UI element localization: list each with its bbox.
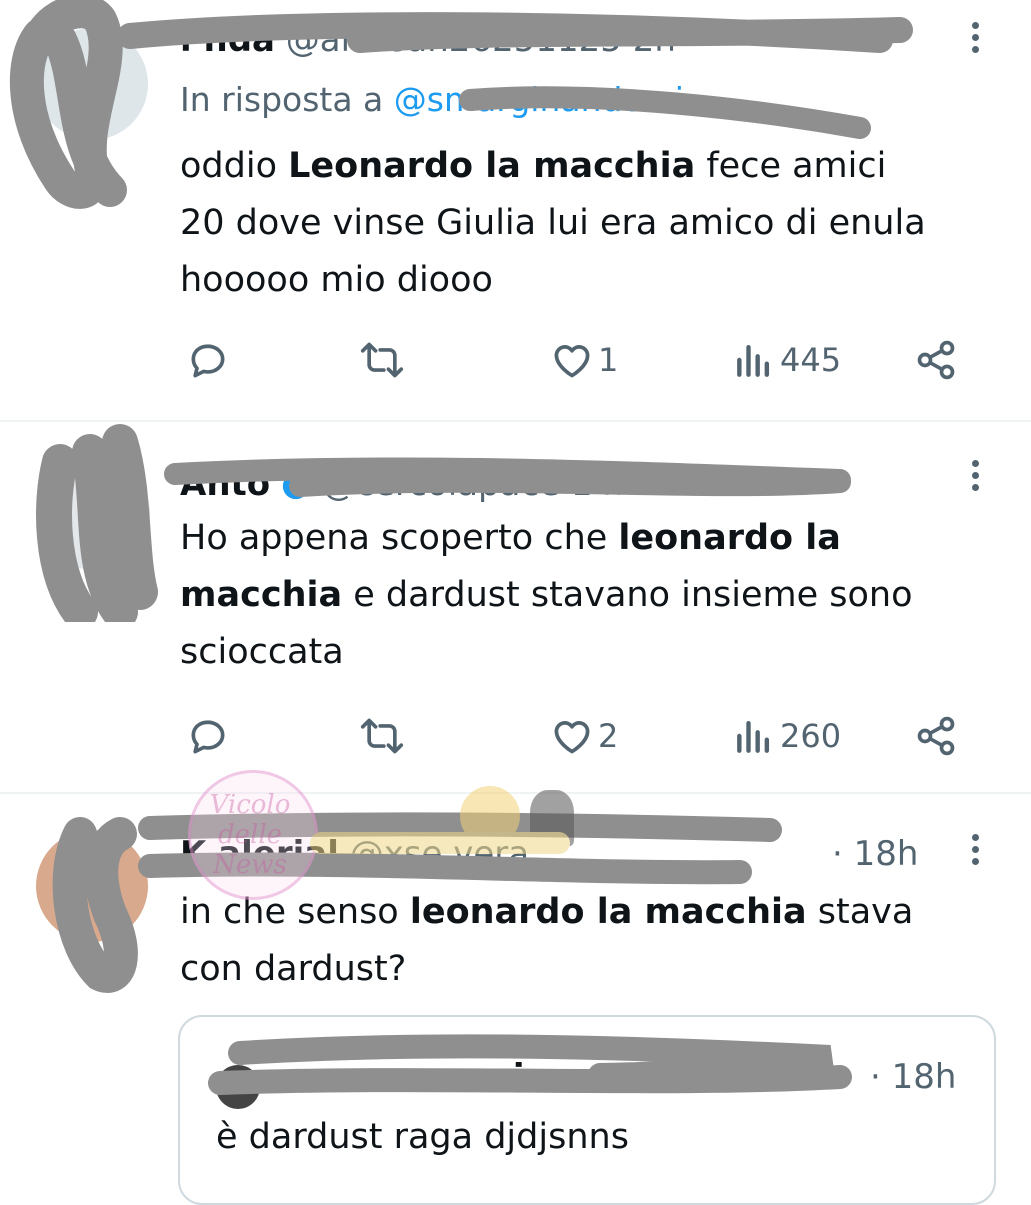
retweet-icon (360, 342, 404, 378)
like-count: 2 (598, 717, 619, 755)
retweet-button[interactable] (360, 338, 404, 382)
tweet-text: in che senso leonardo la macchia stava c… (180, 884, 1010, 998)
like-count: 1 (598, 341, 619, 379)
avatar[interactable] (36, 28, 148, 140)
more-options-icon[interactable] (969, 834, 983, 870)
tweet-text: Ho appena scoperto che leonardo la macch… (180, 510, 1010, 681)
tweet-actions: 2 260 (180, 714, 980, 764)
tweet-time[interactable]: · 18h (832, 834, 918, 874)
text-part: oddio (180, 146, 289, 186)
avatar[interactable] (36, 830, 148, 942)
views-button[interactable]: 260 (732, 714, 841, 758)
user-handle[interactable]: @xse vera... (350, 834, 562, 874)
heart-icon (554, 345, 590, 378)
tweet-time[interactable]: 14h (571, 464, 636, 504)
share-icon (917, 716, 955, 756)
reply-icon (191, 344, 225, 378)
tweet-header: l nda @alessan26251125 2h (180, 20, 676, 60)
highlighted-text: leonardo la macchia (409, 892, 807, 932)
quote-avatar[interactable] (216, 1065, 260, 1109)
heart-icon (554, 721, 590, 754)
reply-button[interactable] (186, 714, 230, 758)
view-count: 445 (780, 341, 842, 379)
text-part: Ho appena scoperto che (180, 518, 619, 558)
tweet-header: K alerial @xse vera... (180, 834, 562, 874)
user-handle[interactable]: @alessan26251125 (286, 20, 622, 60)
quote-time[interactable]: · 18h (870, 1057, 956, 1097)
tweet-actions: 1 445 (180, 338, 980, 388)
quote-text: è dardust raga djdjsnns (216, 1117, 629, 1157)
display-name[interactable]: K alerial (180, 834, 339, 874)
tweet-time[interactable]: 2h (633, 20, 676, 60)
like-button[interactable]: 1 (550, 338, 618, 382)
views-button[interactable]: 445 (732, 338, 841, 382)
tweet-text: oddio Leonardo la macchia fece amici 20 … (180, 138, 1010, 309)
display-name[interactable]: l nda (180, 20, 275, 60)
more-options-icon[interactable] (969, 460, 983, 496)
reply-to-handle[interactable]: @smarginandomi (394, 80, 684, 119)
quote-display-name[interactable]: smania (410, 1057, 547, 1097)
share-icon (917, 340, 955, 380)
share-button[interactable] (914, 714, 958, 758)
reply-icon (191, 720, 225, 754)
tweet-1[interactable]: l nda @alessan26251125 2h In risposta a … (0, 0, 1031, 420)
more-options-icon[interactable] (969, 22, 983, 58)
reply-to-prefix: In risposta a (180, 80, 384, 119)
text-part: in che senso (180, 892, 410, 932)
user-handle[interactable]: @cercolapace (321, 464, 560, 504)
quoted-tweet[interactable]: smania · 18h è dardust raga djdjsnns (178, 1015, 996, 1205)
view-count: 260 (780, 717, 842, 755)
reply-to-line: In risposta a @smarginandomi (180, 80, 684, 119)
tweet-header: Anto ● @cercolapace 14h (180, 464, 636, 504)
highlighted-text: Leonardo la macchia (288, 146, 696, 186)
quote-header: smania (410, 1057, 547, 1097)
views-icon (737, 344, 770, 377)
retweet-button[interactable] (360, 714, 404, 758)
like-button[interactable]: 2 (550, 714, 618, 758)
retweet-icon (360, 718, 404, 754)
verified-badge-icon: ● (280, 464, 311, 504)
display-name[interactable]: Anto (180, 464, 270, 504)
reply-button[interactable] (186, 338, 230, 382)
share-button[interactable] (914, 338, 958, 382)
tweet-2[interactable]: Anto ● @cercolapace 14h Ho appena scoper… (0, 422, 1031, 792)
views-icon (737, 720, 770, 753)
avatar[interactable] (38, 458, 150, 570)
